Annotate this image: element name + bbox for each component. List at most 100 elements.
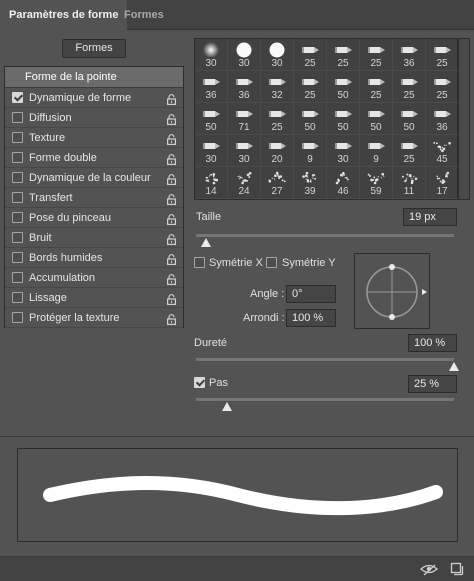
option-checkbox[interactable]: [12, 312, 23, 323]
option-checkbox[interactable]: [12, 112, 23, 123]
brush-preset-cell[interactable]: 30: [228, 135, 261, 167]
brush-preset-cell[interactable]: 50: [327, 71, 360, 103]
brush-option-row[interactable]: Lissage: [5, 288, 183, 308]
brush-preset-cell[interactable]: 25: [393, 135, 426, 167]
brush-preset-cell[interactable]: 50: [360, 103, 393, 135]
brush-option-row[interactable]: Forme double: [5, 148, 183, 168]
spacing-checkbox[interactable]: [194, 377, 205, 388]
brush-preset-cell[interactable]: 9: [360, 135, 393, 167]
brush-preset-cell[interactable]: 14: [195, 167, 228, 199]
brush-preset-cell[interactable]: 25: [294, 71, 327, 103]
brush-tip-shape-item[interactable]: Forme de la pointe: [5, 67, 183, 88]
brush-preset-cell[interactable]: 36: [393, 39, 426, 71]
angle-field[interactable]: 0°: [286, 285, 336, 303]
brush-angle-widget: [366, 264, 427, 320]
hardness-slider-track[interactable]: [196, 358, 454, 361]
brush-preset-cell[interactable]: 50: [327, 103, 360, 135]
brush-preset-cell[interactable]: 24: [228, 167, 261, 199]
option-checkbox[interactable]: [12, 172, 23, 183]
lock-icon[interactable]: [167, 212, 177, 226]
brush-preset-cell[interactable]: 36: [195, 71, 228, 103]
brush-option-row[interactable]: Diffusion: [5, 108, 183, 128]
brushes-button[interactable]: Formes: [62, 39, 126, 58]
brush-preset-cell[interactable]: 25: [327, 39, 360, 71]
new-preset-icon[interactable]: [450, 562, 468, 576]
brush-preset-cell[interactable]: 50: [393, 103, 426, 135]
option-checkbox[interactable]: [12, 292, 23, 303]
brush-option-row[interactable]: Bruit: [5, 228, 183, 248]
brush-preset-cell[interactable]: 50: [294, 103, 327, 135]
lock-icon[interactable]: [167, 292, 177, 306]
brush-preset-cell[interactable]: 25: [294, 39, 327, 71]
brush-option-row[interactable]: Protéger la texture: [5, 308, 183, 328]
tab-brush-settings[interactable]: Paramètres de forme: [0, 0, 128, 30]
lock-icon[interactable]: [167, 132, 177, 146]
brush-preset-cell[interactable]: 30: [228, 39, 261, 71]
brush-preset-cell[interactable]: 32: [261, 71, 294, 103]
brush-preset-cell[interactable]: 25: [426, 39, 459, 71]
brush-preset-cell[interactable]: 46: [327, 167, 360, 199]
brush-preset-cell[interactable]: 50: [195, 103, 228, 135]
size-slider-track[interactable]: [196, 234, 454, 237]
brush-preset-cell[interactable]: 20: [261, 135, 294, 167]
spacing-field[interactable]: 25 %: [408, 375, 457, 393]
spacing-slider-thumb[interactable]: [221, 402, 232, 411]
brush-preset-cell[interactable]: 36: [228, 71, 261, 103]
brush-option-row[interactable]: Bords humides: [5, 248, 183, 268]
option-checkbox[interactable]: [12, 272, 23, 283]
brush-preset-cell[interactable]: 27: [261, 167, 294, 199]
brush-preset-cell[interactable]: 71: [228, 103, 261, 135]
angle-roundness-dial[interactable]: [354, 253, 430, 329]
spacing-slider-track[interactable]: [196, 398, 454, 401]
brush-preset-cell[interactable]: 25: [360, 71, 393, 103]
symmetry-y-checkbox[interactable]: [266, 257, 277, 268]
size-slider-thumb[interactable]: [201, 238, 212, 247]
brush-preset-cell[interactable]: 9: [294, 135, 327, 167]
option-checkbox[interactable]: [12, 252, 23, 263]
brush-preset-cell[interactable]: 25: [393, 71, 426, 103]
brush-preset-cell[interactable]: 30: [261, 39, 294, 71]
brush-option-row[interactable]: Accumulation: [5, 268, 183, 288]
brush-option-row[interactable]: Transfert: [5, 188, 183, 208]
brush-preset-cell[interactable]: 25: [426, 71, 459, 103]
brush-grid-scrollbar[interactable]: [458, 38, 470, 200]
brush-preset-cell[interactable]: 17: [426, 167, 459, 199]
lock-icon[interactable]: [167, 92, 177, 106]
roundness-field[interactable]: 100 %: [286, 309, 336, 327]
option-checkbox[interactable]: [12, 152, 23, 163]
brush-option-row[interactable]: Pose du pinceau: [5, 208, 183, 228]
lock-icon[interactable]: [167, 172, 177, 186]
hardness-slider-thumb[interactable]: [449, 362, 459, 371]
brush-preset-cell[interactable]: 39: [294, 167, 327, 199]
lock-icon[interactable]: [167, 152, 177, 166]
brush-preset-cell[interactable]: 11: [393, 167, 426, 199]
brush-preset-cell[interactable]: 45: [426, 135, 459, 167]
size-field[interactable]: 19 px: [403, 208, 457, 226]
spacing-label: Pas: [209, 377, 228, 389]
symmetry-x-checkbox[interactable]: [194, 257, 205, 268]
eye-brush-icon[interactable]: [420, 562, 438, 576]
brush-preset-cell[interactable]: 30: [195, 135, 228, 167]
brush-preset-cell[interactable]: 25: [360, 39, 393, 71]
brush-preset-cell[interactable]: 59: [360, 167, 393, 199]
tab-brushes[interactable]: Formes: [115, 0, 173, 30]
lock-icon[interactable]: [167, 192, 177, 206]
lock-icon[interactable]: [167, 312, 177, 326]
option-checkbox[interactable]: [12, 232, 23, 243]
brush-preset-cell[interactable]: 30: [327, 135, 360, 167]
option-checkbox[interactable]: [12, 212, 23, 223]
brush-preset-cell[interactable]: 36: [426, 103, 459, 135]
lock-icon[interactable]: [167, 112, 177, 126]
lock-icon[interactable]: [167, 252, 177, 266]
brush-preset-cell[interactable]: 25: [261, 103, 294, 135]
brush-preset-cell[interactable]: 30: [195, 39, 228, 71]
brush-option-row[interactable]: Dynamique de forme: [5, 88, 183, 108]
option-checkbox[interactable]: [12, 92, 23, 103]
lock-icon[interactable]: [167, 272, 177, 286]
lock-icon[interactable]: [167, 232, 177, 246]
option-checkbox[interactable]: [12, 132, 23, 143]
option-checkbox[interactable]: [12, 192, 23, 203]
brush-option-row[interactable]: Dynamique de la couleur: [5, 168, 183, 188]
hardness-field[interactable]: 100 %: [408, 334, 457, 352]
brush-option-row[interactable]: Texture: [5, 128, 183, 148]
